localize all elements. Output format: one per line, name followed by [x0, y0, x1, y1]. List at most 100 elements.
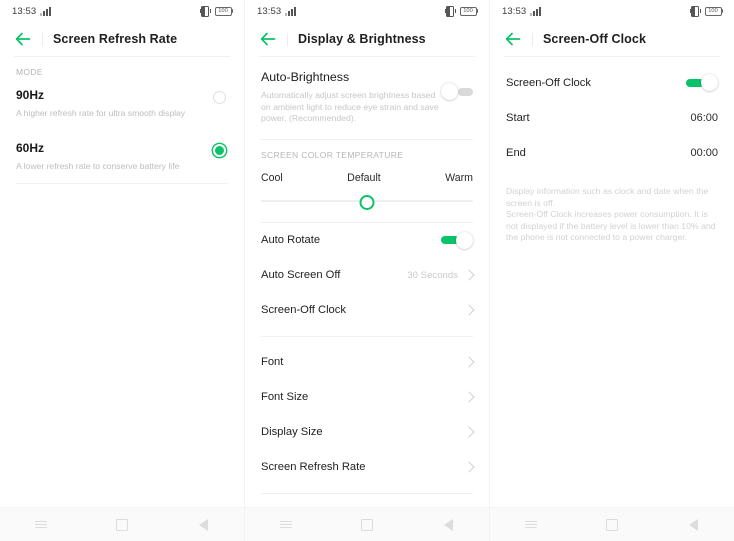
back-triangle-icon[interactable]	[186, 508, 220, 541]
color-temperature-slider[interactable]	[261, 193, 473, 210]
row-label: Font Size	[261, 391, 309, 403]
screen-off-clock-description: Display information such as clock and da…	[506, 186, 716, 242]
radio-option-60hz[interactable]: 60Hz A lower refresh rate to conserve ba…	[0, 130, 244, 183]
row-right	[686, 74, 718, 91]
status-bar: 13:53 100	[490, 0, 734, 22]
radio-subtitle: A higher refresh rate for ultra smooth d…	[16, 108, 186, 118]
row-label: Start	[506, 111, 530, 124]
screen-off-clock-toggle[interactable]	[686, 74, 718, 91]
radio-texts: 60Hz A lower refresh rate to conserve ba…	[16, 141, 189, 172]
chevron-right-icon	[463, 269, 475, 281]
chevron-right-icon	[463, 461, 475, 473]
signal-bars-icon	[40, 6, 52, 16]
radio-button-unselected-icon[interactable]	[213, 91, 226, 104]
row-right	[463, 461, 475, 473]
row-auto-rotate[interactable]: Auto Rotate	[245, 223, 489, 258]
row-start-time[interactable]: Start 06:00	[490, 100, 734, 135]
back-triangle-icon[interactable]	[431, 508, 465, 541]
battery-level-label: 100	[463, 8, 473, 14]
app-bar-divider	[42, 32, 43, 46]
row-screen-off-clock[interactable]: Screen-Off Clock	[245, 293, 489, 328]
row-label: Screen-Off Clock	[261, 304, 346, 316]
row-end-time[interactable]: End 00:00	[490, 135, 734, 170]
app-bar: Screen Refresh Rate	[0, 22, 244, 56]
status-clock: 13:53	[502, 5, 527, 17]
vibrate-mode-icon	[199, 5, 211, 17]
auto-brightness-toggle-wrap	[441, 69, 473, 100]
auto-brightness-label: Auto-Brightness	[261, 70, 350, 84]
start-time-value: 06:00	[690, 111, 718, 124]
battery-level-label: 100	[218, 8, 228, 14]
auto-brightness-toggle[interactable]	[441, 83, 473, 100]
temp-label-default: Default	[347, 171, 381, 184]
list-divider	[261, 492, 473, 494]
app-bar-divider	[532, 32, 533, 46]
row-auto-screen-off[interactable]: Auto Screen Off 30 Seconds	[245, 258, 489, 293]
back-arrow-icon[interactable]	[504, 30, 522, 48]
nav-bar	[245, 507, 489, 541]
row-right: 00:00	[690, 147, 718, 159]
row-label: Font	[261, 356, 284, 368]
nav-bar	[490, 507, 734, 541]
row-right: 06:00	[690, 112, 718, 124]
signal-bars-icon	[285, 6, 297, 16]
app-bar: Screen-Off Clock	[490, 22, 734, 56]
battery-icon: 100	[459, 6, 478, 16]
row-label: End	[506, 146, 526, 159]
row-label: Auto Rotate	[261, 234, 321, 246]
row-right	[463, 356, 475, 368]
panel-content: Auto-Brightness Automatically adjust scr…	[245, 57, 489, 507]
section-label-mode: MODE	[16, 67, 43, 77]
back-triangle-icon[interactable]	[676, 508, 710, 541]
battery-icon: 100	[214, 6, 233, 16]
radio-title: 90Hz	[16, 88, 45, 102]
back-arrow-icon[interactable]	[259, 30, 277, 48]
vibrate-mode-icon	[689, 5, 701, 17]
app-bar-divider	[287, 32, 288, 46]
row-display-size[interactable]: Display Size	[245, 415, 489, 450]
status-bar: 13:53 100	[0, 0, 244, 22]
chevron-right-icon	[463, 391, 475, 403]
auto-brightness-row[interactable]: Auto-Brightness Automatically adjust scr…	[245, 57, 489, 139]
status-bar-right: 100	[444, 5, 478, 17]
auto-rotate-toggle[interactable]	[441, 231, 473, 249]
radio-option-90hz[interactable]: 90Hz A higher refresh rate for ultra smo…	[0, 77, 244, 130]
home-square-icon[interactable]	[105, 508, 139, 541]
row-label: Screen Refresh Rate	[261, 461, 366, 473]
home-square-icon[interactable]	[595, 508, 629, 541]
color-temperature-block: Cool Default Warm	[245, 171, 489, 210]
menu-icon[interactable]	[24, 508, 58, 541]
temp-label-cool: Cool	[261, 171, 283, 184]
panel-content: MODE 90Hz A higher refresh rate for ultr…	[0, 57, 244, 507]
home-square-icon[interactable]	[350, 508, 384, 541]
battery-level-label: 100	[708, 8, 718, 14]
panel-display-and-brightness: 13:53 100 Display & Brightness Auto-Brig…	[244, 0, 489, 541]
row-font[interactable]: Font	[245, 345, 489, 380]
list-divider	[16, 183, 228, 184]
status-bar-left: 13:53	[12, 6, 52, 17]
page-title: Screen-Off Clock	[543, 32, 647, 46]
row-screen-refresh-rate[interactable]: Screen Refresh Rate	[245, 450, 489, 485]
signal-bars-icon	[530, 6, 542, 16]
status-bar-left: 13:53	[502, 5, 542, 17]
row-screen-off-clock-toggle[interactable]: Screen-Off Clock	[490, 65, 734, 100]
back-arrow-icon[interactable]	[14, 30, 32, 48]
row-label: Auto Screen Off	[261, 269, 341, 281]
slider-thumb[interactable]	[359, 194, 375, 210]
row-label: Screen-Off Clock	[506, 76, 591, 89]
row-right	[463, 426, 475, 438]
status-bar-left: 13:53	[257, 6, 297, 17]
row-right	[463, 304, 475, 316]
chevron-right-icon	[463, 356, 475, 368]
page-title: Screen Refresh Rate	[53, 32, 178, 46]
radio-button-selected-icon[interactable]	[213, 144, 226, 157]
battery-icon: 100	[704, 6, 723, 16]
menu-icon[interactable]	[514, 508, 548, 541]
row-font-size[interactable]: Font Size	[245, 380, 489, 415]
panel-content: Screen-Off Clock Start 06:00 End 00:00 D…	[490, 57, 734, 507]
menu-icon[interactable]	[269, 508, 303, 541]
panel-screen-refresh-rate: 13:53 100 Screen Refresh Rate MODE 90Hz …	[0, 0, 244, 541]
